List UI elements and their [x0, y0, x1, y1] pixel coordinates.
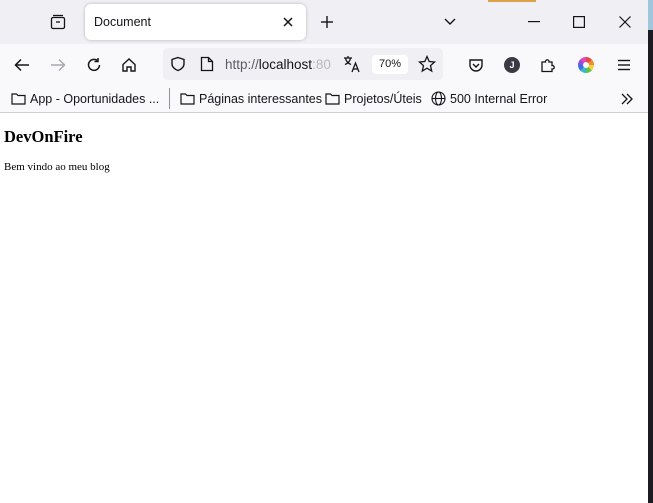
list-all-tabs-chevron-down-icon[interactable]: [439, 11, 461, 33]
maximize-icon[interactable]: [565, 8, 593, 36]
page-heading: DevOnFire: [4, 127, 83, 146]
url-bar[interactable]: http://localhost:80 70%: [163, 48, 443, 80]
bookmarks-separator: [169, 88, 170, 109]
folder-icon: [180, 93, 195, 105]
hamburger-menu-icon[interactable]: [611, 52, 637, 78]
zoom-level-button[interactable]: 70%: [372, 55, 408, 74]
close-tab-icon[interactable]: [279, 13, 297, 31]
minimize-icon[interactable]: [520, 8, 548, 36]
tab-title: Document: [94, 15, 151, 29]
url-port: :80: [312, 57, 331, 72]
tab-strip: Document: [0, 0, 648, 44]
reload-icon[interactable]: [81, 52, 107, 78]
bookmarks-toolbar: App - Oportunidades ... Páginas interess…: [0, 85, 648, 113]
bookmark-folder-paginas-interessantes[interactable]: Páginas interessantes: [180, 89, 322, 108]
url-host: localhost: [258, 57, 313, 72]
folder-icon: [11, 93, 26, 105]
bookmark-label: Páginas interessantes: [199, 91, 322, 106]
accent-line: [488, 0, 536, 2]
close-window-icon[interactable]: [611, 8, 639, 36]
bookmark-label: App - Oportunidades ...: [30, 91, 160, 106]
account-avatar-icon[interactable]: J: [499, 52, 525, 78]
bookmark-folder-projetos-uteis[interactable]: Projetos/Úteis: [325, 89, 422, 108]
firefox-view-icon[interactable]: [47, 11, 69, 33]
globe-icon: [431, 91, 446, 106]
window-right-edge: [648, 0, 653, 503]
extensions-puzzle-icon[interactable]: [535, 52, 561, 78]
bookmark-label: Projetos/Úteis: [344, 91, 422, 106]
bookmark-500-internal-error[interactable]: 500 Internal Error: [431, 89, 547, 108]
folder-icon: [325, 93, 340, 105]
back-arrow-icon[interactable]: [9, 52, 35, 78]
page-paragraph: Bem vindo ao meu blog: [4, 161, 110, 173]
url-scheme: http://: [225, 57, 259, 72]
background-window-sliver: [648, 0, 653, 30]
tab-document[interactable]: Document: [85, 4, 306, 40]
home-icon[interactable]: [116, 52, 142, 78]
account-avatar-initial: J: [504, 57, 520, 73]
browser-window: Document http://localhost:80 70% J App -…: [0, 0, 648, 503]
page-content: DevOnFire Bem vindo ao meu blog: [0, 113, 648, 503]
tracking-protection-shield-icon[interactable]: [170, 56, 186, 77]
forward-arrow-icon[interactable]: [45, 52, 71, 78]
color-wheel-extension-icon[interactable]: [573, 52, 599, 78]
page-info-document-icon[interactable]: [200, 56, 214, 77]
translate-icon[interactable]: [343, 55, 361, 78]
bookmark-star-icon[interactable]: [417, 54, 437, 78]
url-text[interactable]: http://localhost:80: [225, 57, 337, 72]
navigation-toolbar: http://localhost:80 70% J: [0, 44, 648, 85]
bookmark-label: 500 Internal Error: [450, 91, 548, 106]
bookmarks-overflow-chevron-icon[interactable]: [620, 89, 638, 108]
bookmark-folder-app-oportunidades[interactable]: App - Oportunidades ...: [11, 89, 159, 108]
new-tab-plus-icon[interactable]: [316, 11, 338, 33]
pocket-icon[interactable]: [463, 52, 489, 78]
